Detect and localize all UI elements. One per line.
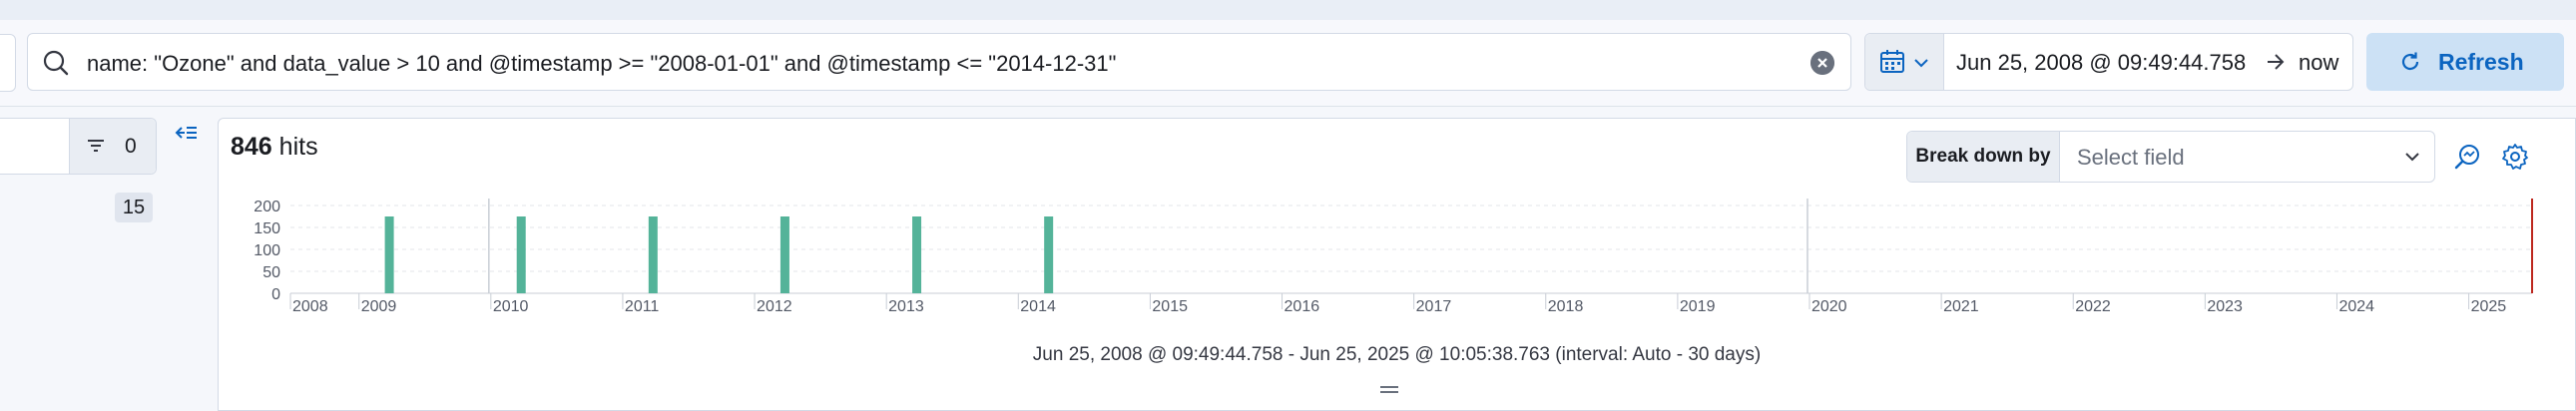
x-tick-label: 2018 xyxy=(1548,298,1584,315)
chevron-down-icon xyxy=(1914,59,1928,68)
collapse-sidebar-icon[interactable] xyxy=(175,124,199,144)
query-menu-button[interactable] xyxy=(0,34,16,92)
field-count-badge: 15 xyxy=(115,193,153,222)
query-text: name: "Ozone" and data_value > 10 and @t… xyxy=(87,51,1117,76)
resize-handle[interactable] xyxy=(1380,386,1398,396)
histogram-panel: 846 hits Break down by Select field 0 50 1… xyxy=(218,118,2576,411)
y-tick-label: 50 xyxy=(262,264,280,281)
histogram-bar xyxy=(912,216,922,293)
x-tick-label: 2011 xyxy=(625,298,660,315)
refresh-icon xyxy=(2401,52,2419,71)
x-tick-label: 2009 xyxy=(361,298,397,315)
x-tick-label: 2023 xyxy=(2207,298,2243,315)
x-tick-label: 2016 xyxy=(1285,298,1320,315)
histogram-range: Jun 25, 2008 @ 09:49:44.758 - Jun 25, 20… xyxy=(1032,344,1762,365)
breakdown-label: Break down by xyxy=(1907,132,2060,182)
y-tick-label: 150 xyxy=(254,220,280,237)
gear-icon[interactable] xyxy=(2501,143,2529,171)
histogram-bar xyxy=(648,216,658,293)
quick-menu-button[interactable] xyxy=(1865,34,1944,90)
histogram-bar xyxy=(1044,216,1054,293)
x-tick-label: 2013 xyxy=(888,298,924,315)
field-search[interactable]: 0 xyxy=(0,118,157,175)
x-tick-label: 2019 xyxy=(1680,298,1716,315)
filter-count: 0 xyxy=(125,135,137,158)
y-tick-label: 200 xyxy=(254,199,280,215)
arrow-right-icon xyxy=(2268,54,2285,70)
filter-icon xyxy=(88,140,104,152)
calendar-icon xyxy=(1880,50,1904,73)
refresh-label: Refresh xyxy=(2438,49,2524,75)
x-tick-label: 2014 xyxy=(1020,298,1056,315)
x-tick-label: 2010 xyxy=(493,298,529,315)
clear-icon[interactable] xyxy=(1810,51,1834,75)
search-icon xyxy=(43,50,69,76)
x-tick-label: 2008 xyxy=(292,298,328,315)
hits-label: hits xyxy=(278,133,318,161)
x-tick-label: 2012 xyxy=(757,298,792,315)
histogram-bar xyxy=(384,216,394,293)
x-tick-label: 2015 xyxy=(1152,298,1188,315)
hits-counter: 846 hits xyxy=(231,133,318,162)
chevron-down-icon xyxy=(2405,153,2419,162)
x-tick-label: 2024 xyxy=(2338,298,2374,315)
y-tick-label: 100 xyxy=(254,242,280,259)
y-tick-label: 0 xyxy=(271,286,280,303)
date-picker: Jun 25, 2008 @ 09:49:44.758 now xyxy=(1864,33,2353,91)
x-tick-label: 2022 xyxy=(2075,298,2111,315)
x-tick-label: 2021 xyxy=(1943,298,1979,315)
refresh-button[interactable]: Refresh xyxy=(2366,33,2564,91)
histogram-chart: 0 50 100 150 200 2008 2009 2010 2011 2012 2013 2014… xyxy=(254,199,2533,315)
histogram-bar xyxy=(516,216,526,293)
breakdown-placeholder: Select field xyxy=(2077,145,2185,170)
x-tick-label: 2025 xyxy=(2471,298,2507,315)
inspect-icon[interactable] xyxy=(2453,143,2481,171)
x-tick-label: 2020 xyxy=(1811,298,1847,315)
histogram-bar xyxy=(779,216,789,293)
query-bar: name: "Ozone" and data_value > 10 and @t… xyxy=(0,20,2576,107)
breakdown-select[interactable]: Break down by Select field xyxy=(1906,131,2435,183)
start-date[interactable]: Jun 25, 2008 @ 09:49:44.758 xyxy=(1956,50,2246,76)
end-date[interactable]: now xyxy=(2299,50,2338,76)
search-input[interactable]: name: "Ozone" and data_value > 10 and @t… xyxy=(27,33,1851,91)
field-filter-button[interactable]: 0 xyxy=(69,119,156,174)
hits-count: 846 xyxy=(231,133,272,161)
x-tick-label: 2017 xyxy=(1416,298,1452,315)
top-strip xyxy=(0,0,2576,21)
